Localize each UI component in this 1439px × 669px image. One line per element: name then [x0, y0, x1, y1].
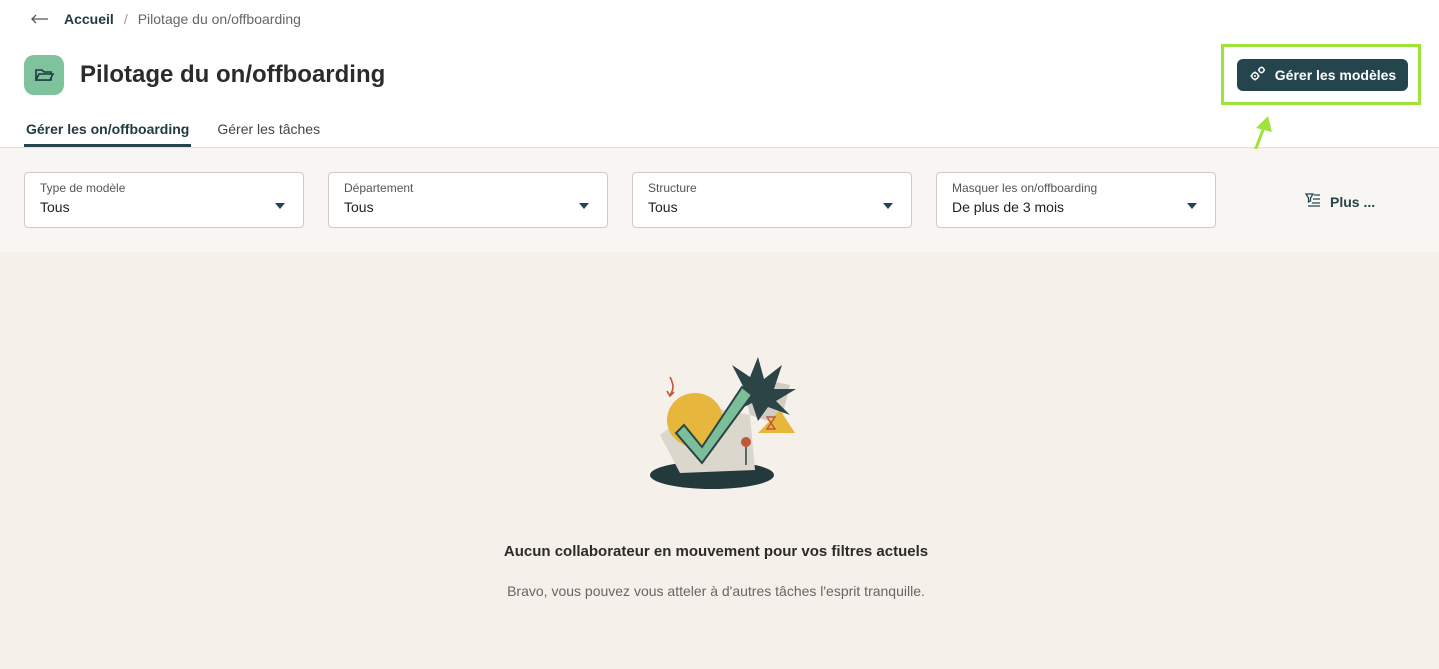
breadcrumb-home-link[interactable]: Accueil: [64, 11, 114, 27]
gears-icon: [1249, 65, 1267, 86]
caret-down-icon: [883, 203, 893, 209]
hide-onoffboarding-select[interactable]: Masquer les on/offboarding De plus de 3 …: [936, 172, 1216, 228]
select-label: Structure: [648, 181, 697, 195]
structure-select[interactable]: Structure Tous: [632, 172, 912, 228]
page-title: Pilotage du on/offboarding: [80, 61, 386, 88]
checkmark-plant-illustration: [650, 357, 796, 489]
empty-state-title: Aucun collaborateur en mouvement pour vo…: [503, 543, 929, 560]
caret-down-icon: [1187, 203, 1197, 209]
select-label: Masquer les on/offboarding: [952, 181, 1098, 195]
template-type-select[interactable]: Type de modèle Tous: [24, 172, 304, 228]
empty-state-subtitle: Bravo, vous pouvez vous atteler à d'autr…: [507, 583, 925, 599]
filter-list-icon: [1304, 191, 1322, 212]
tab-manage-tasks[interactable]: Gérer les tâches: [215, 118, 322, 147]
manage-templates-label: Gérer les modèles: [1274, 67, 1397, 83]
select-label: Type de modèle: [40, 181, 126, 195]
breadcrumb-separator: /: [123, 11, 128, 27]
caret-down-icon: [275, 203, 285, 209]
more-filters-label: Plus ...: [1330, 193, 1376, 210]
select-label: Département: [344, 181, 414, 195]
arrow-left-icon[interactable]: [30, 9, 50, 29]
caret-down-icon: [579, 203, 589, 209]
tab-manage-onoffboarding[interactable]: Gérer les on/offboarding: [24, 118, 192, 147]
select-value: Tous: [40, 199, 70, 215]
select-value: Tous: [648, 199, 678, 215]
department-select[interactable]: Département Tous: [328, 172, 608, 228]
breadcrumb: Accueil / Pilotage du on/offboarding: [30, 9, 301, 29]
filter-bar: Type de modèle Tous Département Tous Str…: [0, 149, 1439, 252]
folder-icon: [24, 55, 64, 95]
more-filters-button[interactable]: Plus ...: [1304, 191, 1375, 212]
manage-templates-button[interactable]: Gérer les modèles: [1237, 59, 1408, 91]
select-value: Tous: [344, 199, 374, 215]
tab-bar: Gérer les on/offboarding Gérer les tâche…: [24, 118, 346, 147]
breadcrumb-current: Pilotage du on/offboarding: [137, 11, 301, 27]
select-value: De plus de 3 mois: [952, 199, 1065, 215]
page-header: Accueil / Pilotage du on/offboarding Pil…: [0, 0, 1439, 148]
